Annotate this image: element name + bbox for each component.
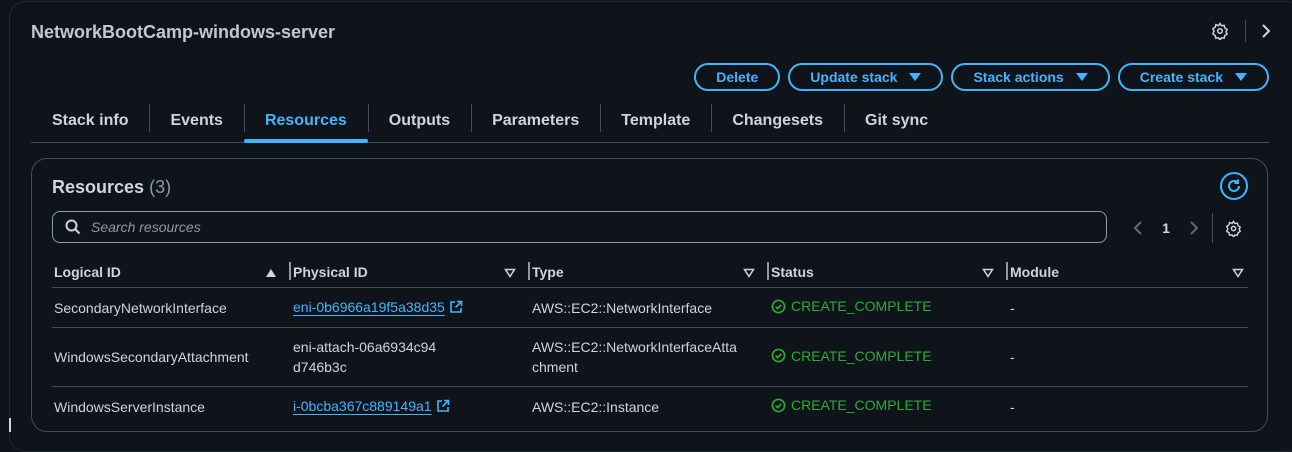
sort-icon[interactable] — [982, 265, 994, 281]
table-row: WindowsSecondaryAttachment eni-attach-06… — [52, 327, 1248, 387]
column-label: Module — [1010, 264, 1059, 280]
pagination-divider — [1212, 213, 1213, 243]
tab-changesets[interactable]: Changesets — [711, 102, 844, 140]
chevron-right-icon[interactable] — [1258, 20, 1274, 42]
type-cell: AWS::EC2::NetworkInterfaceAttachment — [530, 327, 769, 387]
pagination: 1 — [1128, 213, 1243, 243]
settings-gear-icon[interactable] — [1209, 20, 1231, 42]
status-text: CREATE_COMPLETE — [791, 397, 932, 414]
physical-id-link[interactable]: eni-0b6966a19f5a38d35 — [293, 299, 445, 315]
physical-id-cell: eni-attach-06a6934c94d746b3c — [291, 327, 530, 387]
status-cell: CREATE_COMPLETE — [769, 287, 1008, 328]
caret-down-icon — [1235, 73, 1247, 81]
sort-icon[interactable] — [1232, 265, 1244, 281]
physical-id-cell: i-0bcba367c889149a1 — [291, 387, 530, 427]
column-header-physical-id[interactable]: Physical ID — [291, 257, 530, 288]
tab-resources[interactable]: Resources — [243, 102, 368, 143]
tab-parameters[interactable]: Parameters — [471, 102, 600, 140]
chevron-left-icon[interactable] — [1128, 220, 1148, 236]
physical-id-link[interactable]: i-0bcba367c889149a1 — [293, 398, 432, 414]
delete-button-label: Delete — [716, 69, 759, 85]
column-label: Type — [532, 264, 564, 280]
stack-action-buttons: Delete Update stack Stack actions Create… — [694, 63, 1269, 91]
external-link-icon[interactable] — [436, 398, 450, 418]
column-label: Physical ID — [293, 264, 368, 280]
caret-down-icon — [1075, 73, 1088, 81]
resources-heading: Resources (3) — [52, 177, 171, 198]
update-stack-label: Update stack — [810, 69, 898, 85]
tab-outputs[interactable]: Outputs — [367, 102, 471, 140]
status-text: CREATE_COMPLETE — [791, 298, 932, 315]
search-field[interactable] — [52, 211, 1107, 243]
sort-ascending-icon[interactable] — [265, 265, 277, 281]
search-icon — [65, 219, 81, 235]
refresh-icon — [1228, 179, 1240, 192]
column-header-module[interactable]: Module — [1008, 257, 1248, 288]
page-number[interactable]: 1 — [1148, 220, 1184, 236]
resources-table: Logical ID Physical ID Type Status Modul… — [52, 257, 1248, 426]
text-cursor — [9, 418, 11, 432]
stack-actions-button[interactable]: Stack actions — [951, 63, 1110, 91]
type-text: AWS::EC2::NetworkInterfaceAttachment — [532, 339, 737, 375]
header-tools — [1209, 20, 1274, 42]
column-label: Logical ID — [54, 264, 121, 280]
check-circle-icon — [771, 398, 786, 413]
column-label: Status — [771, 264, 814, 280]
resources-title: Resources — [52, 177, 145, 197]
status-text: CREATE_COMPLETE — [791, 347, 932, 364]
tab-git-sync[interactable]: Git sync — [844, 102, 949, 140]
header-divider — [1245, 20, 1246, 42]
caret-down-icon — [909, 73, 922, 81]
page-title: NetworkBootCamp-windows-server — [31, 22, 336, 42]
type-cell: AWS::EC2::NetworkInterface — [530, 287, 769, 328]
create-stack-button[interactable]: Create stack — [1117, 63, 1269, 91]
tab-template[interactable]: Template — [600, 102, 711, 140]
stack-tabs: Stack info Events Resources Outputs Para… — [31, 102, 1269, 143]
external-link-icon[interactable] — [449, 299, 463, 319]
column-header-type[interactable]: Type — [530, 257, 769, 288]
create-stack-label: Create stack — [1139, 69, 1223, 85]
search-input[interactable] — [89, 218, 993, 236]
update-stack-button[interactable]: Update stack — [788, 63, 944, 91]
table-row: SecondaryNetworkInterface eni-0b6966a19f… — [52, 287, 1248, 328]
chevron-right-icon[interactable] — [1184, 220, 1204, 236]
resources-panel: Resources (3) 1 — [31, 158, 1268, 432]
table-header-row: Logical ID Physical ID Type Status Modul… — [52, 257, 1248, 288]
tab-stack-info[interactable]: Stack info — [31, 102, 149, 140]
logical-id-cell: WindowsServerInstance — [54, 398, 205, 415]
module-cell: - — [1008, 287, 1248, 328]
logical-id-cell: WindowsSecondaryAttachment — [52, 327, 291, 387]
module-cell: - — [1008, 327, 1248, 387]
table-preferences-gear-icon[interactable] — [1223, 219, 1243, 237]
sort-icon[interactable] — [504, 265, 516, 281]
refresh-button[interactable] — [1220, 172, 1248, 200]
logical-id-cell: SecondaryNetworkInterface — [52, 287, 291, 328]
check-circle-icon — [771, 299, 786, 314]
check-circle-icon — [771, 348, 786, 363]
resources-count: (3) — [149, 177, 172, 197]
tab-events[interactable]: Events — [149, 102, 243, 140]
table-row: WindowsServerInstance i-0bcba367c889149a… — [52, 387, 1248, 427]
stack-actions-label: Stack actions — [973, 69, 1064, 85]
type-cell: AWS::EC2::Instance — [532, 398, 660, 415]
column-header-status[interactable]: Status — [769, 257, 1008, 288]
status-cell: CREATE_COMPLETE — [769, 387, 1008, 427]
physical-id-text: eni-attach-06a6934c94d746b3c — [293, 339, 437, 375]
module-cell: - — [1010, 398, 1015, 415]
sort-icon[interactable] — [743, 265, 755, 281]
column-header-logical-id[interactable]: Logical ID — [52, 257, 291, 288]
status-cell: CREATE_COMPLETE — [769, 327, 1008, 387]
physical-id-cell: eni-0b6966a19f5a38d35 — [291, 287, 530, 328]
delete-button[interactable]: Delete — [694, 63, 781, 91]
